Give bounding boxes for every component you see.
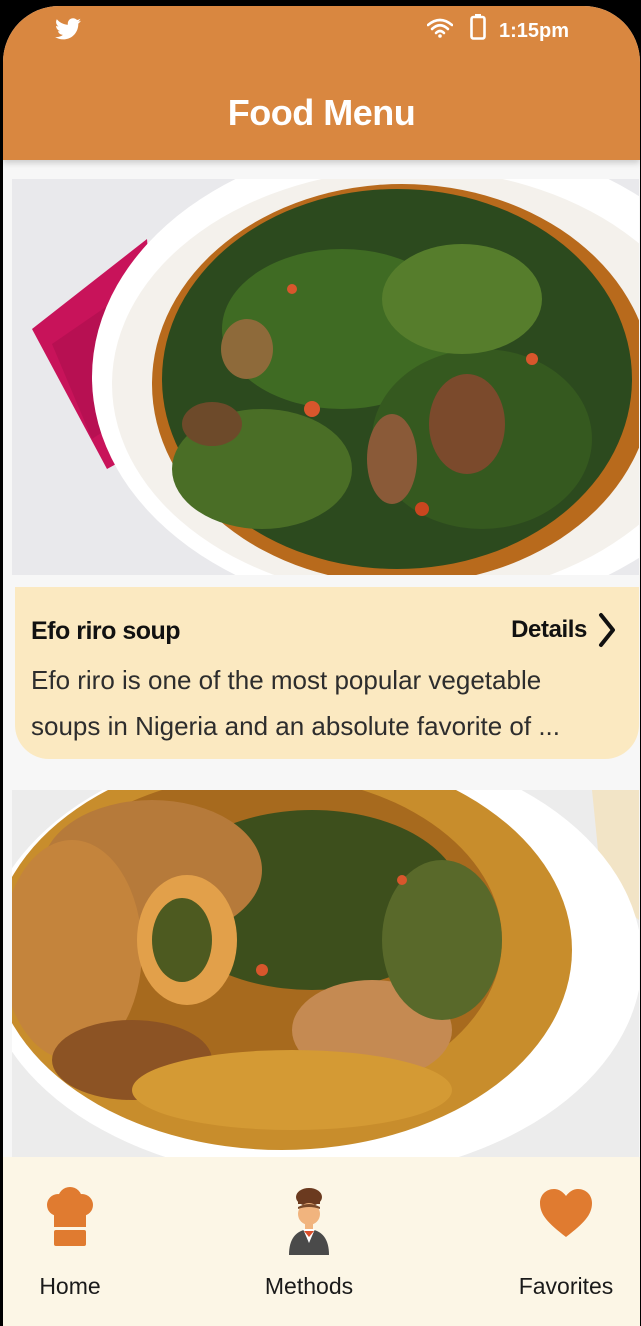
food-card-info: Efo riro soup Details Efo riro is one of… (15, 587, 639, 759)
phone-frame: 1:15pm Food Menu Efo riro soup Details E… (0, 0, 641, 1326)
wifi-icon (427, 18, 453, 38)
nav-item-home[interactable]: Home (3, 1157, 145, 1317)
status-time: 1:15pm (499, 20, 570, 42)
details-label: Details (511, 616, 587, 643)
nav-label: Home (39, 1273, 101, 1299)
food-card-image[interactable] (12, 790, 639, 1160)
status-bar: 1:15pm (3, 6, 640, 56)
app-screen: 1:15pm Food Menu Efo riro soup Details E… (3, 6, 640, 1326)
heart-icon (540, 1189, 592, 1237)
battery-icon (470, 14, 486, 40)
nav-label: Methods (264, 1273, 354, 1299)
page-title: Food Menu (227, 92, 416, 133)
chevron-right-icon (599, 613, 615, 647)
twitter-icon (55, 18, 81, 40)
bottom-navigation: Home Methods Favorites (3, 1157, 640, 1326)
nav-label: Favorites (518, 1273, 614, 1299)
food-description: Efo riro is one of the most popular vege… (31, 665, 560, 741)
app-header: 1:15pm Food Menu (3, 6, 640, 160)
food-card-image[interactable] (12, 179, 639, 575)
food-name: Efo riro soup (31, 617, 181, 645)
chef-hat-icon (47, 1187, 93, 1246)
details-button[interactable]: Details (511, 611, 617, 649)
vegetable-stew-photo (12, 790, 639, 1160)
chef-icon (289, 1188, 329, 1255)
efo-riro-soup-photo (12, 179, 639, 575)
nav-item-methods[interactable]: Methods (234, 1157, 384, 1317)
nav-item-favorites[interactable]: Favorites (491, 1157, 640, 1317)
